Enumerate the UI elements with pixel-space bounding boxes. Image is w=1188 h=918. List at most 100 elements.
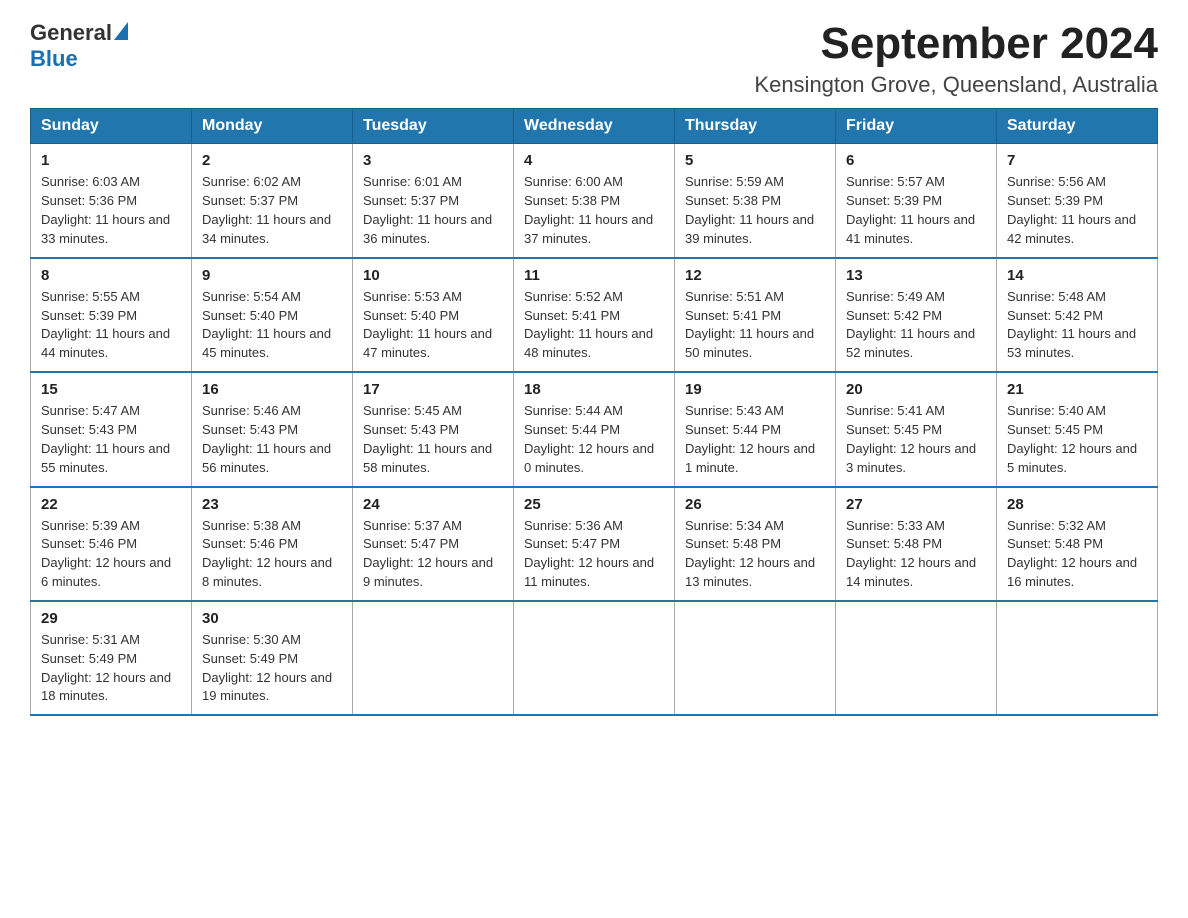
- weekday-header-friday: Friday: [836, 109, 997, 144]
- daylight-text: Daylight: 11 hours and 45 minutes.: [202, 326, 331, 360]
- day-number: 9: [202, 267, 342, 284]
- daylight-text: Daylight: 11 hours and 41 minutes.: [846, 212, 975, 246]
- daylight-text: Daylight: 12 hours and 1 minute.: [685, 441, 815, 475]
- calendar-cell: [997, 601, 1158, 715]
- header: General Blue September 2024 Kensington G…: [30, 20, 1158, 98]
- day-info: Sunrise: 5:49 AM Sunset: 5:42 PM Dayligh…: [846, 288, 986, 363]
- calendar-cell: 25 Sunrise: 5:36 AM Sunset: 5:47 PM Dayl…: [514, 487, 675, 601]
- sunrise-text: Sunrise: 5:34 AM: [685, 518, 784, 533]
- day-number: 19: [685, 381, 825, 398]
- logo-general-text: General: [30, 20, 112, 46]
- daylight-text: Daylight: 11 hours and 50 minutes.: [685, 326, 814, 360]
- daylight-text: Daylight: 11 hours and 42 minutes.: [1007, 212, 1136, 246]
- calendar-cell: [836, 601, 997, 715]
- daylight-text: Daylight: 12 hours and 5 minutes.: [1007, 441, 1137, 475]
- daylight-text: Daylight: 12 hours and 16 minutes.: [1007, 555, 1137, 589]
- sunrise-text: Sunrise: 5:52 AM: [524, 289, 623, 304]
- day-number: 16: [202, 381, 342, 398]
- sunrise-text: Sunrise: 5:44 AM: [524, 403, 623, 418]
- sunrise-text: Sunrise: 5:30 AM: [202, 632, 301, 647]
- sunset-text: Sunset: 5:42 PM: [1007, 308, 1103, 323]
- sunset-text: Sunset: 5:46 PM: [41, 536, 137, 551]
- day-info: Sunrise: 5:52 AM Sunset: 5:41 PM Dayligh…: [524, 288, 664, 363]
- day-number: 23: [202, 496, 342, 513]
- day-info: Sunrise: 5:55 AM Sunset: 5:39 PM Dayligh…: [41, 288, 181, 363]
- calendar-cell: 23 Sunrise: 5:38 AM Sunset: 5:46 PM Dayl…: [192, 487, 353, 601]
- calendar-table: SundayMondayTuesdayWednesdayThursdayFrid…: [30, 108, 1158, 716]
- daylight-text: Daylight: 12 hours and 14 minutes.: [846, 555, 976, 589]
- day-number: 24: [363, 496, 503, 513]
- day-info: Sunrise: 5:43 AM Sunset: 5:44 PM Dayligh…: [685, 402, 825, 477]
- calendar-cell: [353, 601, 514, 715]
- sunset-text: Sunset: 5:36 PM: [41, 193, 137, 208]
- day-info: Sunrise: 6:02 AM Sunset: 5:37 PM Dayligh…: [202, 173, 342, 248]
- day-info: Sunrise: 5:32 AM Sunset: 5:48 PM Dayligh…: [1007, 517, 1147, 592]
- calendar-cell: 30 Sunrise: 5:30 AM Sunset: 5:49 PM Dayl…: [192, 601, 353, 715]
- weekday-header-wednesday: Wednesday: [514, 109, 675, 144]
- daylight-text: Daylight: 12 hours and 18 minutes.: [41, 670, 171, 704]
- day-number: 25: [524, 496, 664, 513]
- sunrise-text: Sunrise: 5:54 AM: [202, 289, 301, 304]
- daylight-text: Daylight: 12 hours and 6 minutes.: [41, 555, 171, 589]
- week-row-4: 22 Sunrise: 5:39 AM Sunset: 5:46 PM Dayl…: [31, 487, 1158, 601]
- calendar-cell: 11 Sunrise: 5:52 AM Sunset: 5:41 PM Dayl…: [514, 258, 675, 372]
- calendar-subtitle: Kensington Grove, Queensland, Australia: [754, 72, 1158, 98]
- sunrise-text: Sunrise: 5:59 AM: [685, 174, 784, 189]
- calendar-cell: 16 Sunrise: 5:46 AM Sunset: 5:43 PM Dayl…: [192, 372, 353, 486]
- week-row-2: 8 Sunrise: 5:55 AM Sunset: 5:39 PM Dayli…: [31, 258, 1158, 372]
- daylight-text: Daylight: 12 hours and 3 minutes.: [846, 441, 976, 475]
- daylight-text: Daylight: 11 hours and 55 minutes.: [41, 441, 170, 475]
- daylight-text: Daylight: 11 hours and 48 minutes.: [524, 326, 653, 360]
- calendar-cell: 29 Sunrise: 5:31 AM Sunset: 5:49 PM Dayl…: [31, 601, 192, 715]
- daylight-text: Daylight: 11 hours and 39 minutes.: [685, 212, 814, 246]
- sunrise-text: Sunrise: 5:40 AM: [1007, 403, 1106, 418]
- sunset-text: Sunset: 5:49 PM: [202, 651, 298, 666]
- weekday-header-saturday: Saturday: [997, 109, 1158, 144]
- daylight-text: Daylight: 12 hours and 13 minutes.: [685, 555, 815, 589]
- day-number: 6: [846, 152, 986, 169]
- daylight-text: Daylight: 11 hours and 34 minutes.: [202, 212, 331, 246]
- sunrise-text: Sunrise: 5:57 AM: [846, 174, 945, 189]
- sunrise-text: Sunrise: 5:53 AM: [363, 289, 462, 304]
- calendar-cell: 19 Sunrise: 5:43 AM Sunset: 5:44 PM Dayl…: [675, 372, 836, 486]
- sunset-text: Sunset: 5:42 PM: [846, 308, 942, 323]
- sunrise-text: Sunrise: 5:36 AM: [524, 518, 623, 533]
- sunset-text: Sunset: 5:39 PM: [846, 193, 942, 208]
- sunset-text: Sunset: 5:49 PM: [41, 651, 137, 666]
- logo-triangle-icon: [114, 22, 128, 40]
- day-info: Sunrise: 6:01 AM Sunset: 5:37 PM Dayligh…: [363, 173, 503, 248]
- daylight-text: Daylight: 11 hours and 36 minutes.: [363, 212, 492, 246]
- calendar-cell: 27 Sunrise: 5:33 AM Sunset: 5:48 PM Dayl…: [836, 487, 997, 601]
- day-number: 4: [524, 152, 664, 169]
- sunrise-text: Sunrise: 5:43 AM: [685, 403, 784, 418]
- day-number: 29: [41, 610, 181, 627]
- calendar-cell: 20 Sunrise: 5:41 AM Sunset: 5:45 PM Dayl…: [836, 372, 997, 486]
- calendar-cell: 7 Sunrise: 5:56 AM Sunset: 5:39 PM Dayli…: [997, 144, 1158, 258]
- day-number: 28: [1007, 496, 1147, 513]
- sunset-text: Sunset: 5:39 PM: [41, 308, 137, 323]
- daylight-text: Daylight: 11 hours and 56 minutes.: [202, 441, 331, 475]
- day-info: Sunrise: 6:03 AM Sunset: 5:36 PM Dayligh…: [41, 173, 181, 248]
- sunrise-text: Sunrise: 5:38 AM: [202, 518, 301, 533]
- sunrise-text: Sunrise: 5:39 AM: [41, 518, 140, 533]
- sunrise-text: Sunrise: 5:47 AM: [41, 403, 140, 418]
- title-area: September 2024 Kensington Grove, Queensl…: [754, 20, 1158, 98]
- calendar-cell: [514, 601, 675, 715]
- day-number: 11: [524, 267, 664, 284]
- calendar-cell: 9 Sunrise: 5:54 AM Sunset: 5:40 PM Dayli…: [192, 258, 353, 372]
- calendar-cell: 12 Sunrise: 5:51 AM Sunset: 5:41 PM Dayl…: [675, 258, 836, 372]
- calendar-cell: 22 Sunrise: 5:39 AM Sunset: 5:46 PM Dayl…: [31, 487, 192, 601]
- day-number: 14: [1007, 267, 1147, 284]
- sunset-text: Sunset: 5:39 PM: [1007, 193, 1103, 208]
- calendar-cell: 17 Sunrise: 5:45 AM Sunset: 5:43 PM Dayl…: [353, 372, 514, 486]
- sunrise-text: Sunrise: 5:37 AM: [363, 518, 462, 533]
- daylight-text: Daylight: 11 hours and 58 minutes.: [363, 441, 492, 475]
- calendar-cell: 5 Sunrise: 5:59 AM Sunset: 5:38 PM Dayli…: [675, 144, 836, 258]
- daylight-text: Daylight: 12 hours and 19 minutes.: [202, 670, 332, 704]
- day-number: 7: [1007, 152, 1147, 169]
- daylight-text: Daylight: 11 hours and 44 minutes.: [41, 326, 170, 360]
- calendar-cell: 6 Sunrise: 5:57 AM Sunset: 5:39 PM Dayli…: [836, 144, 997, 258]
- day-info: Sunrise: 5:54 AM Sunset: 5:40 PM Dayligh…: [202, 288, 342, 363]
- sunset-text: Sunset: 5:37 PM: [363, 193, 459, 208]
- sunset-text: Sunset: 5:41 PM: [685, 308, 781, 323]
